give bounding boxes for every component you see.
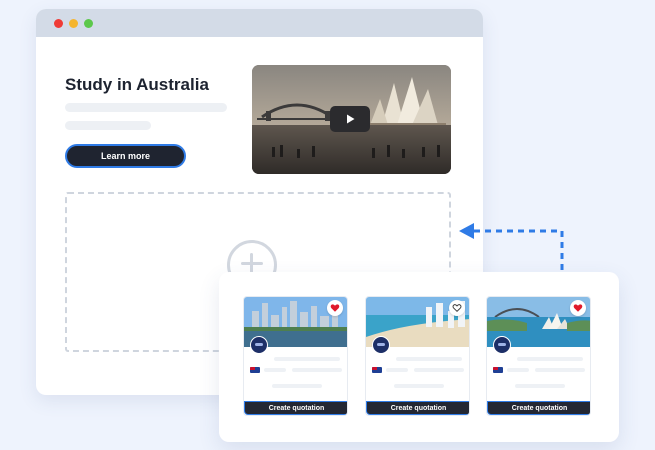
course-card[interactable]: Create quotation <box>365 296 470 416</box>
text-placeholder-line <box>414 368 464 372</box>
university-logo <box>250 336 268 354</box>
text-placeholder-line <box>274 357 340 361</box>
heart-filled-icon <box>330 304 340 312</box>
course-card[interactable]: Create quotation <box>243 296 348 416</box>
text-placeholder-line <box>272 384 322 388</box>
text-placeholder-line <box>535 368 585 372</box>
page-title: Study in Australia <box>65 75 209 94</box>
heart-filled-icon <box>573 304 583 312</box>
close-window-dot[interactable] <box>54 19 63 28</box>
text-placeholder-line <box>65 121 151 130</box>
text-placeholder-line <box>507 368 529 372</box>
australia-flag-icon <box>493 367 503 373</box>
maximize-window-dot[interactable] <box>84 19 93 28</box>
australia-flag-icon <box>372 367 382 373</box>
cards-panel: Create quotation Create quotation Create… <box>219 272 619 442</box>
text-placeholder-line <box>517 357 583 361</box>
australia-flag-icon <box>250 367 260 373</box>
create-quotation-button[interactable]: Create quotation <box>366 401 469 415</box>
play-icon <box>347 114 355 124</box>
text-placeholder-line <box>515 384 565 388</box>
heart-outline-icon <box>452 304 462 312</box>
favorite-button[interactable] <box>449 300 465 316</box>
favorite-button[interactable] <box>570 300 586 316</box>
window-titlebar <box>36 9 483 37</box>
minimize-window-dot[interactable] <box>69 19 78 28</box>
university-logo <box>493 336 511 354</box>
text-placeholder-line <box>264 368 286 372</box>
text-placeholder-line <box>292 368 342 372</box>
text-placeholder-line <box>386 368 408 372</box>
create-quotation-button[interactable]: Create quotation <box>487 401 590 415</box>
arrow-icon <box>459 223 564 270</box>
text-placeholder-line <box>396 357 462 361</box>
text-placeholder-line <box>65 103 227 112</box>
learn-more-button[interactable]: Learn more <box>65 144 186 168</box>
play-button[interactable] <box>330 106 370 132</box>
text-placeholder-line <box>394 384 444 388</box>
favorite-button[interactable] <box>327 300 343 316</box>
create-quotation-button[interactable]: Create quotation <box>244 401 347 415</box>
university-logo <box>372 336 390 354</box>
video-thumbnail[interactable] <box>252 65 451 174</box>
course-card[interactable]: Create quotation <box>486 296 591 416</box>
